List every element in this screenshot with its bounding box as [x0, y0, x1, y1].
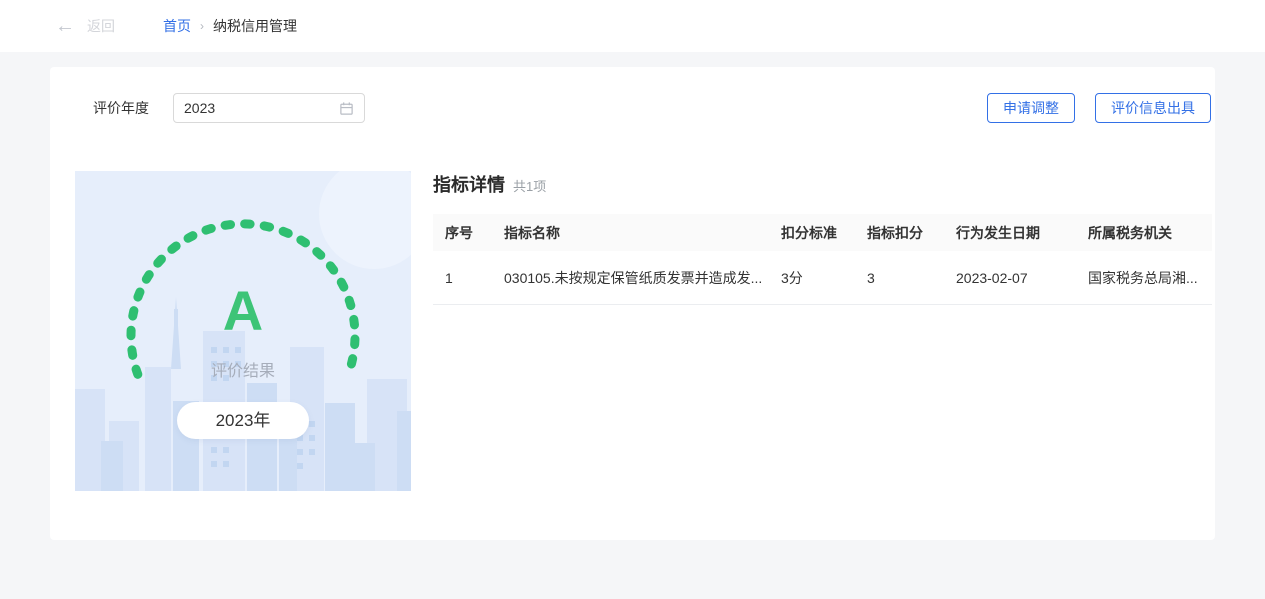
cell-indicator-name: 030105.未按规定保管纸质发票并造成发...	[504, 268, 781, 288]
table-row[interactable]: 1 030105.未按规定保管纸质发票并造成发... 3分 3 2023-02-…	[433, 251, 1212, 305]
cell-behavior-date: 2023-02-07	[956, 270, 1088, 286]
column-header-name: 指标名称	[504, 223, 781, 243]
cell-indicator-deduction: 3	[867, 270, 956, 286]
cell-deduction-standard: 3分	[781, 268, 867, 288]
year-input-value: 2023	[184, 100, 339, 116]
details-count-badge: 共1项	[513, 176, 546, 195]
year-filter-label: 评价年度	[93, 98, 149, 118]
back-arrow-icon[interactable]: ←	[55, 16, 75, 36]
column-header-standard: 扣分标准	[781, 223, 867, 243]
cell-tax-authority: 国家税务总局湘...	[1088, 268, 1212, 288]
back-button[interactable]: 返回	[87, 16, 115, 36]
year-date-input[interactable]: 2023	[173, 93, 365, 123]
column-header-deduction: 指标扣分	[867, 223, 956, 243]
cell-index: 1	[433, 270, 504, 286]
evaluation-year-badge: 2023年	[177, 402, 309, 439]
content-row: A 评价结果 2023年 指标详情 共1项 序号 指标名称 扣分标准 指标扣分 …	[50, 123, 1215, 491]
top-navigation-bar: ← 返回 首页 › 纳税信用管理	[0, 0, 1265, 52]
calendar-icon	[339, 101, 354, 116]
breadcrumb-chevron-icon: ›	[200, 19, 204, 33]
issue-evaluation-info-button[interactable]: 评价信息出具	[1095, 93, 1211, 123]
indicator-details-section: 指标详情 共1项 序号 指标名称 扣分标准 指标扣分 行为发生日期 所属税务机关…	[433, 171, 1211, 491]
evaluation-result-label: 评价结果	[75, 357, 411, 381]
column-header-date: 行为发生日期	[956, 223, 1088, 243]
breadcrumb-current-page: 纳税信用管理	[213, 16, 297, 36]
filter-row: 评价年度 2023 申请调整 评价信息出具	[50, 67, 1215, 123]
main-content-card: 评价年度 2023 申请调整 评价信息出具	[50, 67, 1215, 540]
indicator-table: 序号 指标名称 扣分标准 指标扣分 行为发生日期 所属税务机关 1 030105…	[433, 214, 1212, 305]
details-title: 指标详情	[433, 171, 505, 197]
credit-grade-letter: A	[75, 283, 411, 339]
credit-rating-card: A 评价结果 2023年	[75, 171, 411, 491]
breadcrumb-home-link[interactable]: 首页	[163, 16, 191, 36]
table-header-row: 序号 指标名称 扣分标准 指标扣分 行为发生日期 所属税务机关	[433, 214, 1212, 251]
column-header-index: 序号	[433, 223, 504, 243]
column-header-authority: 所属税务机关	[1088, 223, 1212, 243]
apply-adjust-button[interactable]: 申请调整	[987, 93, 1075, 123]
